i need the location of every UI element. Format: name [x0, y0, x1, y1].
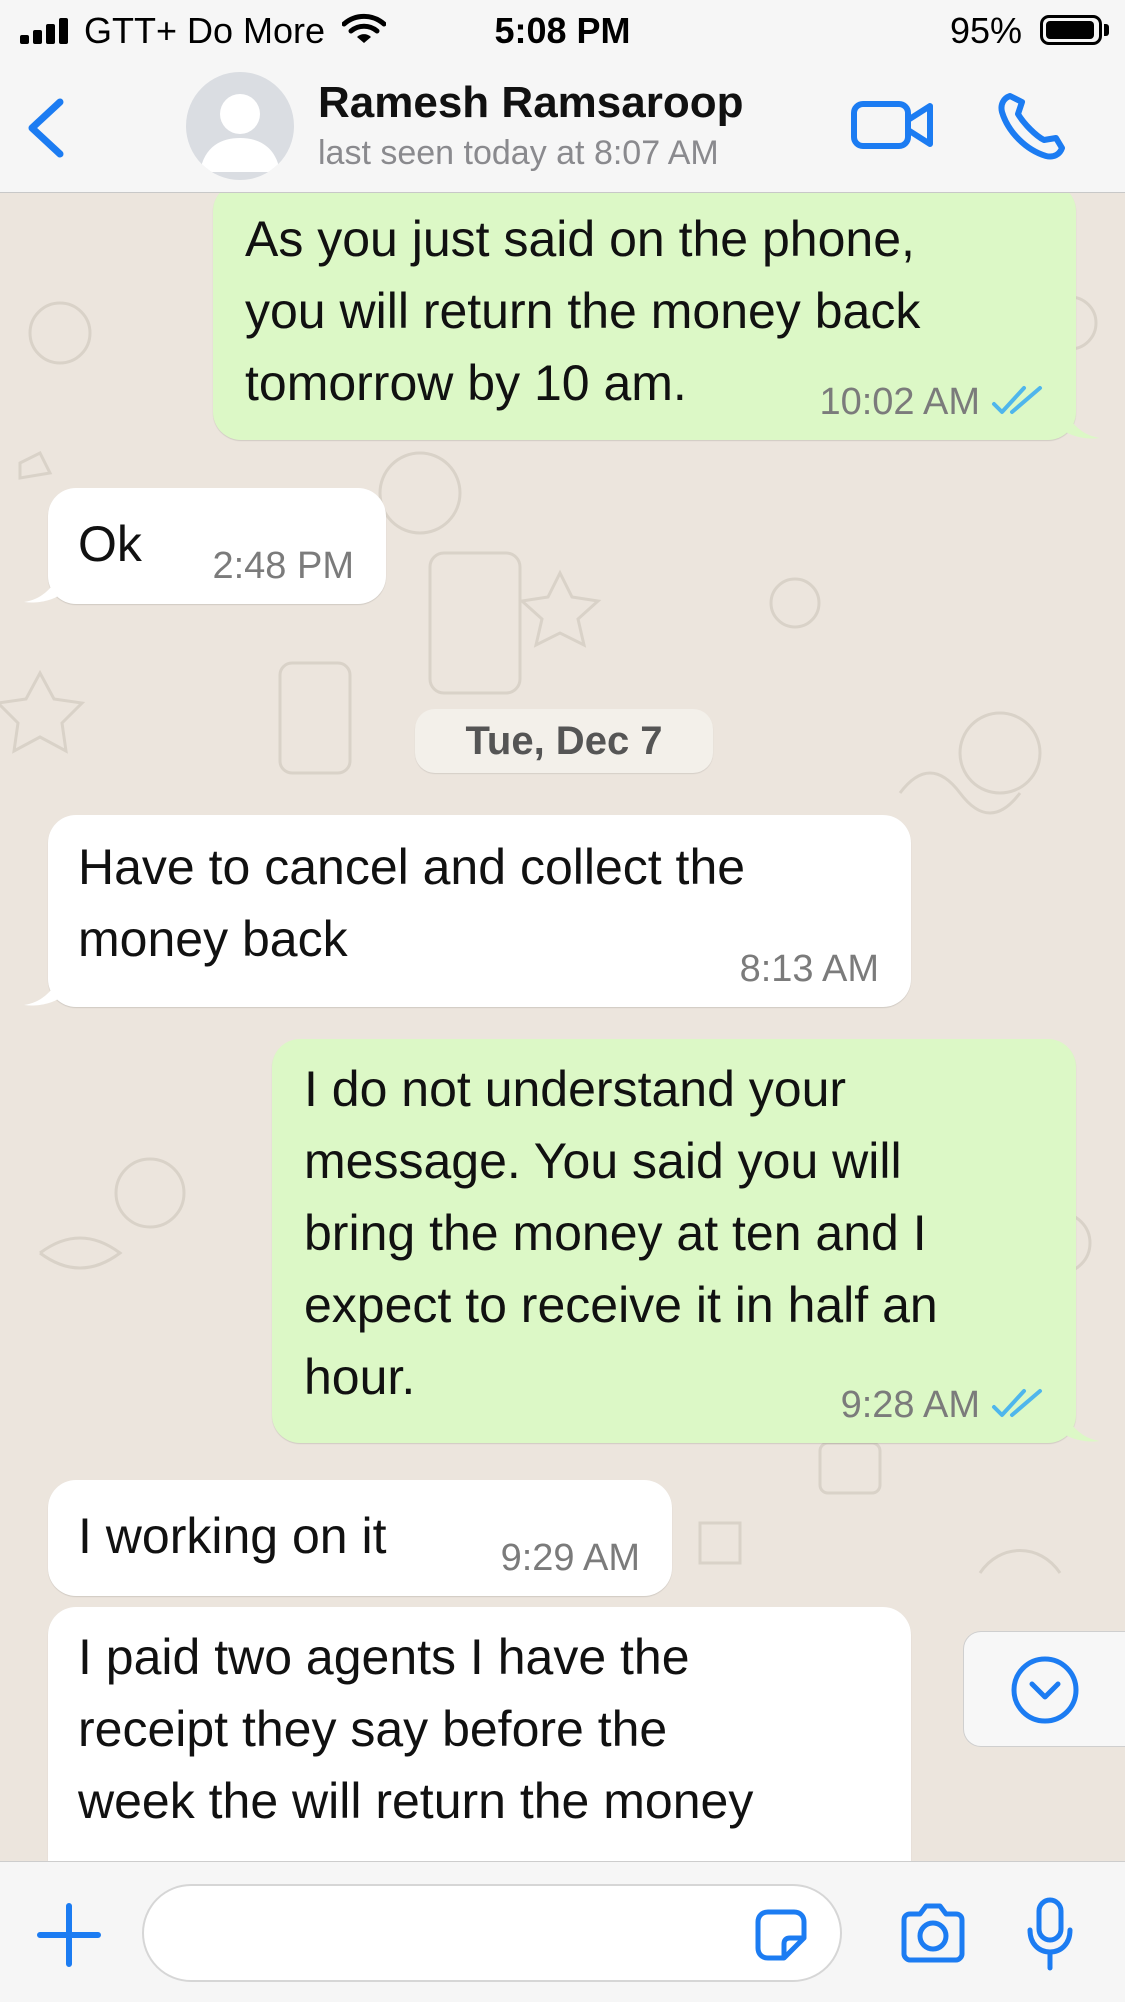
bubble-tail [1066, 410, 1100, 439]
message-time: 10:02 AM [819, 381, 980, 423]
message-time: 8:13 AM [739, 948, 879, 990]
video-call-icon[interactable] [850, 90, 934, 160]
bubble-tail [1066, 1413, 1100, 1442]
message-timestamp: 9:28 AM [841, 1383, 1046, 1427]
avatar-placeholder-icon[interactable] [186, 72, 294, 180]
message-timestamp: 10:02 AM [819, 380, 1046, 424]
chat-header: Ramesh Ramsaroop last seen today at 8:07… [0, 62, 1125, 193]
message-bubble-incoming[interactable]: I paid two agents I have the receipt the… [48, 1607, 911, 1861]
scroll-to-bottom-button[interactable] [963, 1631, 1125, 1747]
chat-area[interactable]: As you just said on the phone, you will … [0, 193, 1125, 1861]
battery-tip [1104, 24, 1109, 36]
message-input[interactable] [142, 1884, 842, 1982]
message-bubble-outgoing[interactable]: As you just said on the phone, you will … [213, 193, 1076, 440]
read-receipt-icon [992, 1389, 1042, 1417]
read-receipt-icon [992, 386, 1042, 414]
microphone-icon[interactable] [1026, 1896, 1074, 1972]
message-bubble-incoming[interactable]: Have to cancel and collect the money bac… [48, 815, 911, 1007]
message-text: Ok [78, 516, 142, 572]
message-composer [0, 1861, 1125, 2002]
plus-icon[interactable] [36, 1902, 102, 1968]
battery-percentage: 95% [950, 10, 1023, 51]
back-chevron-icon[interactable] [18, 92, 78, 162]
sticker-icon[interactable] [752, 1906, 810, 1962]
phone-icon[interactable] [996, 90, 1070, 160]
bubble-tail [24, 574, 58, 603]
last-seen-status: last seen today at 8:07 AM [318, 134, 719, 172]
chevron-down-circle-icon [1011, 1656, 1079, 1724]
bubble-tail [24, 977, 58, 1006]
message-text: I working on it [78, 1508, 387, 1564]
message-time: 2:48 PM [212, 545, 354, 587]
message-time: 9:28 AM [840, 1384, 980, 1426]
message-time: 9:29 AM [500, 1537, 640, 1579]
message-bubble-outgoing[interactable]: I do not understand your message. You sa… [272, 1039, 1076, 1443]
camera-icon[interactable] [898, 1902, 968, 1964]
message-bubble-incoming[interactable]: I working on it 9:29 AM [48, 1480, 672, 1596]
contact-name[interactable]: Ramesh Ramsaroop [318, 78, 743, 128]
message-text: I do not understand your message. You sa… [304, 1061, 938, 1405]
battery-icon [1040, 15, 1102, 45]
message-text: Have to cancel and collect the money bac… [78, 839, 746, 967]
status-bar: GTT+ Do More 5:08 PM 95% [0, 0, 1125, 62]
message-text: I paid two agents I have the receipt the… [78, 1629, 754, 1829]
message-bubble-incoming[interactable]: Ok 2:48 PM [48, 488, 386, 604]
date-separator: Tue, Dec 7 [415, 709, 713, 773]
